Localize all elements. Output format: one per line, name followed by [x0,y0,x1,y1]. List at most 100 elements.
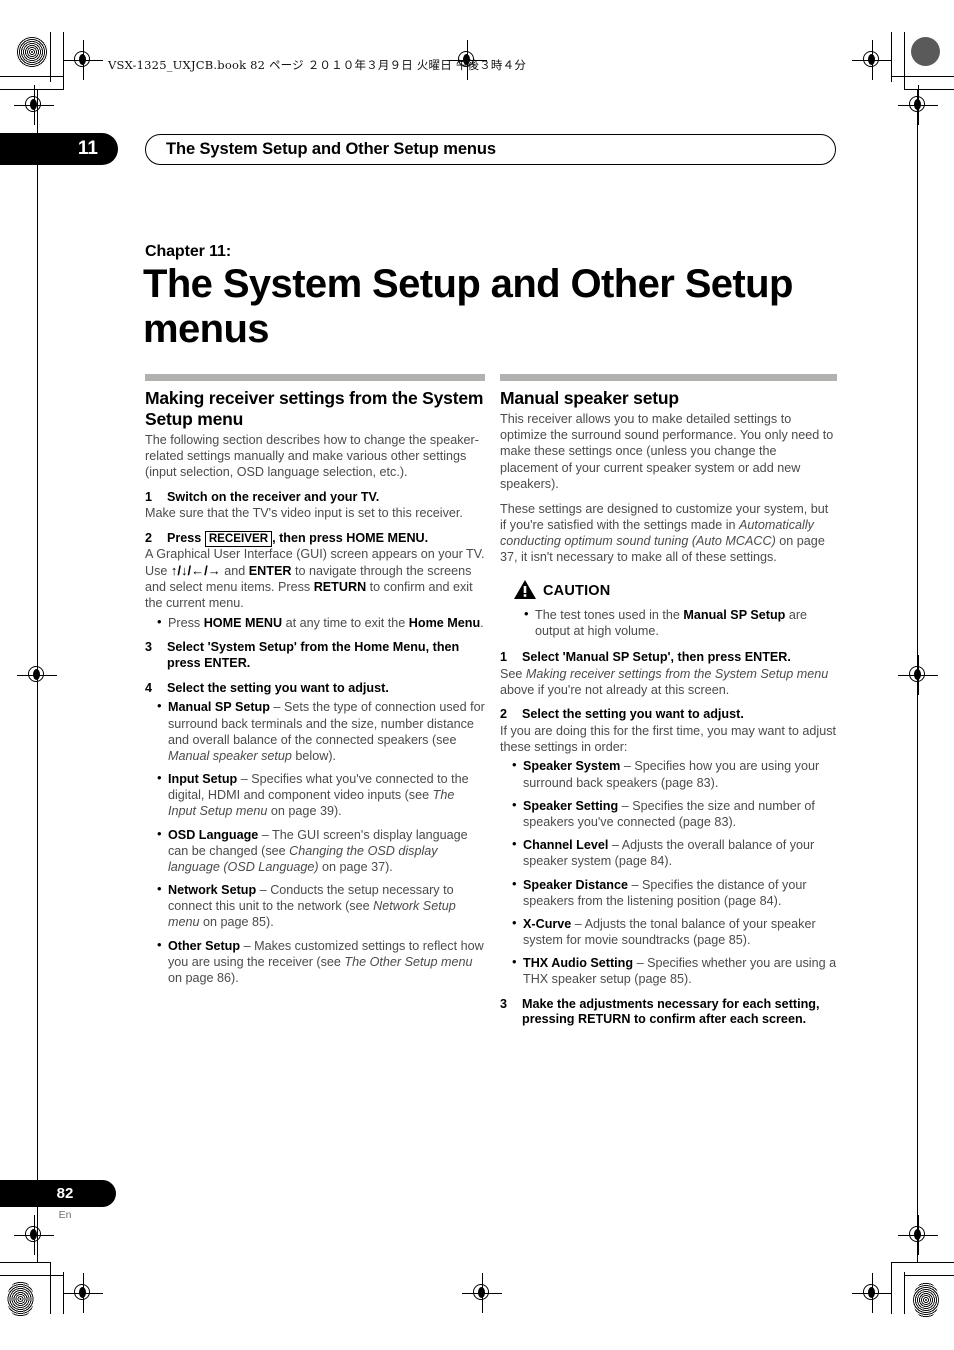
crop-line-bottom-left-h1 [0,1262,51,1263]
registration-mark-top-left-outer [14,85,54,125]
density-patch-top-left [16,36,48,68]
manual-step-2-number: 2 [500,707,508,722]
manual-step-3-title: Make the adjustments necessary for each … [522,996,820,1027]
language-code: En [58,1209,72,1221]
option-name: Manual SP Setup [168,700,270,715]
section-heading-manual-speaker-setup: Manual speaker setup [500,388,679,408]
density-patch-top-right [911,37,940,66]
manual-step-2-title: Select the setting you want to adjust. [522,707,744,722]
option-name: Speaker Setting [523,798,619,813]
registration-mark-bottom-right-inner [852,1273,892,1313]
step-1-body: Make sure that the TV's video input is s… [145,506,463,521]
option-name: OSD Language [168,827,259,842]
caution-label: CAUTION [543,582,611,599]
crop-line-bottom-right-h1 [891,1262,954,1263]
option-text-2: on page 37). [318,859,393,874]
chapter-number-label: 11 [77,138,98,159]
caution-bullet-list: The test tones used in the Manual SP Set… [500,606,837,639]
making-receiver-settings-reference: Making receiver settings from the System… [525,666,829,681]
step-3-heading: 3 Select 'System Setup' from the Home Men… [145,640,485,672]
left-column: Making receiver settings from the System… [145,374,485,986]
registration-mark-bottom-left-outer [14,1215,54,1255]
option-dash: – [258,827,273,842]
option-name: Input Setup [168,772,238,787]
section-heading-making-receiver-settings: Making receiver settings from the System… [145,388,484,429]
right-intro-paragraph-2: These settings are designed to customize… [500,501,837,566]
list-item: Speaker Distance – Specifies the distanc… [512,875,837,909]
option-name: X-Curve [523,916,572,931]
crop-line-bottom-right-h2 [904,1275,954,1276]
list-item: Speaker Setting – Specifies the size and… [512,797,837,830]
option-dash: – [633,956,648,971]
crop-line-top-right-v1 [891,32,892,82]
home-menu-screen-label: Home Menu [408,615,481,630]
list-item: The test tones used in the Manual SP Set… [524,606,837,639]
option-text-2: on page 86). [168,970,239,985]
crop-line-top-left-h2 [0,89,64,90]
manual-step-1-body: See Making receiver settings from the Sy… [500,666,837,698]
step-2-number: 2 [145,530,153,545]
manual-step-1-body-post: above if you're not already at this scre… [500,683,730,698]
option-dash: – [237,772,252,787]
step-3-number: 3 [145,639,153,654]
warning-triangle-icon [514,579,536,603]
registration-mark-bottom-right-outer [898,1215,938,1255]
option-name: Network Setup [168,883,257,898]
caution-text-pre: The test tones used in the [535,607,684,622]
chapter-number-tab: 11 [0,133,118,165]
step-2-title-post: , then press HOME MENU. [272,530,429,545]
right-column: Manual speaker setup This receiver allow… [500,374,837,1028]
crop-line-top-left-v1 [50,32,51,82]
option-text-2: on page 39). [267,804,342,819]
bullet-text-post: . [480,615,484,630]
chapter-label: Chapter 11: [145,243,232,260]
registration-mark-bottom-left-inner [63,1273,103,1313]
option-dash: – [608,838,622,853]
list-item: Manual SP Setup – Sets the type of conne… [157,698,485,764]
option-text-2: below). [291,748,337,763]
list-item: Channel Level – Adjusts the overall bala… [512,836,837,869]
manual-step-1-title: Select 'Manual SP Setup', then press ENT… [522,650,791,665]
option-name: Speaker Distance [523,877,629,892]
bullet-text-mid: at any time to exit the [282,615,409,630]
registration-mark-right-middle [898,655,938,695]
crop-line-bottom-left-v1 [50,1262,51,1314]
manual-step-2-heading: 2 Select the setting you want to adjust. [500,707,837,723]
page-number: 82 [56,1185,74,1202]
list-item: Press HOME MENU at any time to exit the … [157,614,485,631]
crop-line-bottom-right-v2 [904,1272,905,1314]
option-dash: – [618,798,633,813]
right-intro-paragraph-1: This receiver allows you to make detaile… [500,412,834,491]
option-name: THX Audio Setting [523,956,634,971]
option-dash: – [256,883,271,898]
step-1-number: 1 [145,489,153,504]
crop-line-bottom-right-v1 [891,1262,892,1314]
registration-mark-bottom-center [462,1273,502,1313]
receiver-key-box: RECEIVER [204,530,273,547]
density-patch-bottom-left [7,1281,34,1317]
step-3-title: Select 'System Setup' from the Home Menu… [167,639,460,670]
left-intro-paragraph: The following section describes how to c… [145,433,479,480]
system-setup-options-list: Manual SP Setup – Sets the type of conne… [145,698,485,986]
option-name: Channel Level [523,838,609,853]
option-name: Speaker System [523,759,621,774]
list-item: OSD Language – The GUI screen's display … [157,826,485,876]
page-title: The System Setup and Other Setup menus [143,262,793,352]
crop-line-bottom-left-v2 [63,1272,64,1314]
option-dash: – [571,916,585,931]
step-2-title-pre: Press [167,530,205,545]
crop-line-bottom-left-h2 [0,1275,64,1276]
list-item: X-Curve – Adjusts the tonal balance of y… [512,915,837,948]
step-2-body: A Graphical User Interface (GUI) screen … [145,546,485,611]
manual-step-1-heading: 1 Select 'Manual SP Setup', then press EN… [500,650,837,666]
step-2-body-part2: and [220,563,249,578]
return-key-label: RETURN [313,580,367,595]
option-text-2: on page 85). [199,915,274,930]
option-dash: – [628,877,643,892]
page-number-tab: 82 [0,1180,116,1207]
crop-line-top-right-h1 [891,76,954,77]
home-menu-key-label: HOME MENU [203,615,283,630]
caution-bold-term: Manual SP Setup [683,607,786,622]
crop-line-top-left-v2 [63,32,64,90]
navigation-arrows-icon: ↑/↓/←/→ [170,562,221,578]
